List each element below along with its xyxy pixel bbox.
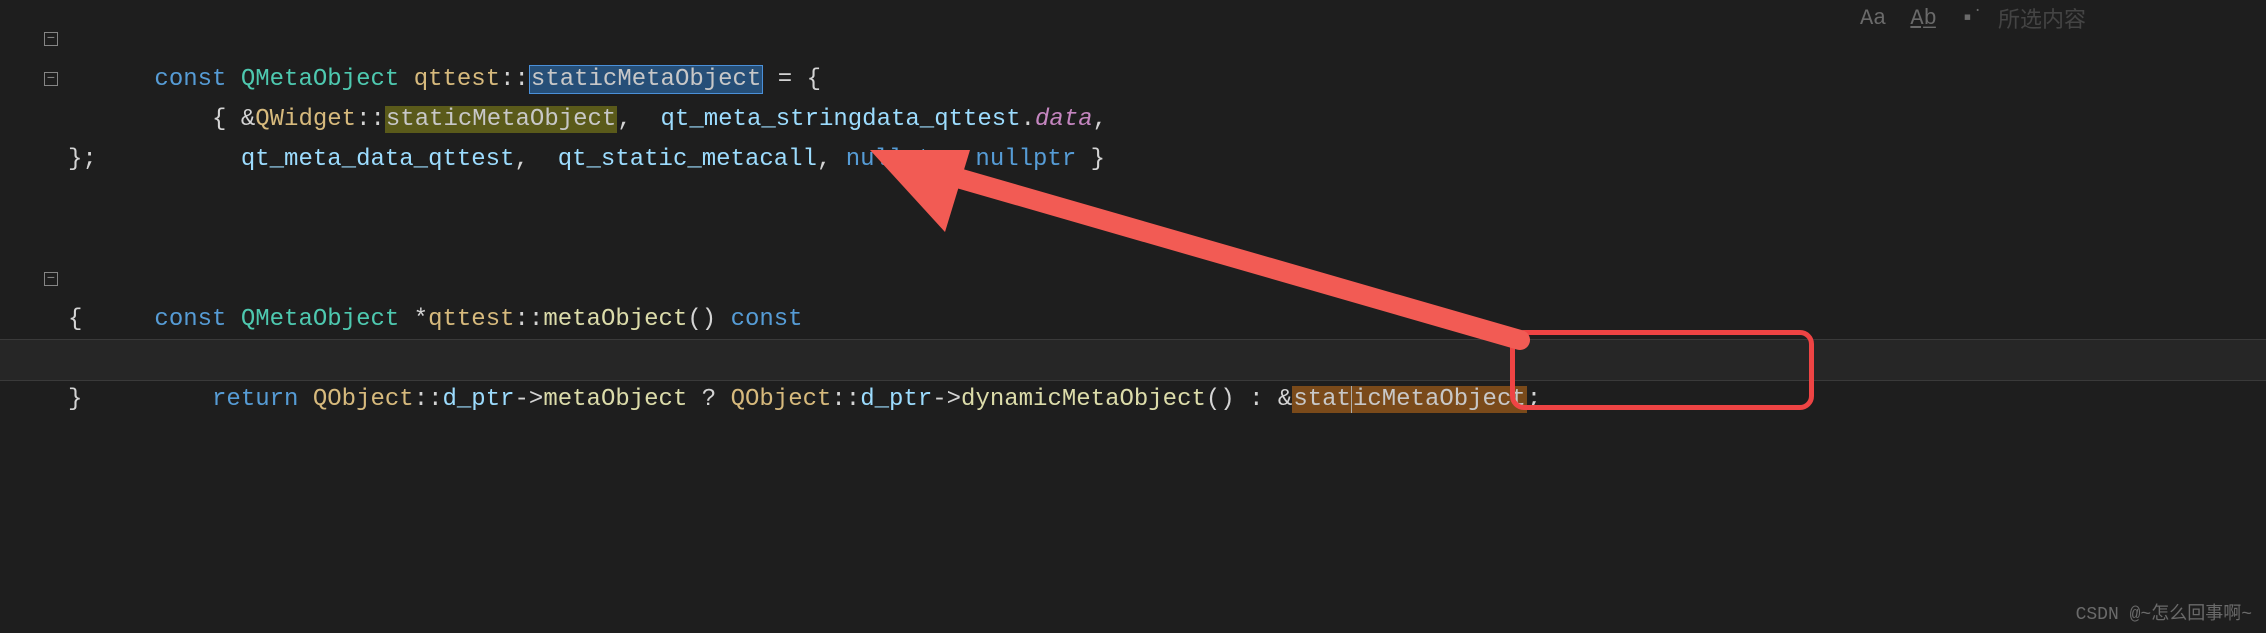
fold-icon[interactable]: − [44,32,58,46]
watermark-label: CSDN @~怎么回事啊~ [2076,599,2252,625]
code-editor[interactable]: − const QMetaObject qttest::staticMetaOb… [0,0,2266,420]
code-line[interactable]: − const QMetaObject qttest::staticMetaOb… [0,20,2266,60]
keyword-return: return [212,386,298,413]
class-name: QObject [731,386,832,413]
identifier: qt_meta_data_qttest [241,146,515,173]
keyword-const: const [154,306,226,333]
class-name: QObject [313,386,414,413]
code-line[interactable] [0,220,2266,260]
identifier: d_ptr [443,386,515,413]
identifier: d_ptr [860,386,932,413]
highlighted-identifier: icMetaObject [1352,386,1527,413]
function-name: dynamicMetaObject [961,386,1206,413]
member-name: metaObject [543,386,687,413]
code-line[interactable]: − const QMetaObject *qttest::metaObject(… [0,260,2266,300]
identifier: qt_static_metacall [558,146,817,173]
keyword-nullptr: nullptr [975,146,1076,173]
fold-icon[interactable]: − [44,72,58,86]
function-name: metaObject [543,306,687,333]
class-name: qttest [428,306,514,333]
highlighted-identifier: stat [1292,386,1352,413]
code-line-current[interactable]: return QObject::d_ptr->metaObject ? QObj… [0,340,2266,380]
keyword-nullptr: nullptr [846,146,947,173]
code-line[interactable]: − { &QWidget::staticMetaObject, qt_meta_… [0,60,2266,100]
type-name: QMetaObject [241,306,399,333]
fold-icon[interactable]: − [44,272,58,286]
code-line[interactable]: qt_meta_data_qttest, qt_static_metacall,… [0,100,2266,140]
